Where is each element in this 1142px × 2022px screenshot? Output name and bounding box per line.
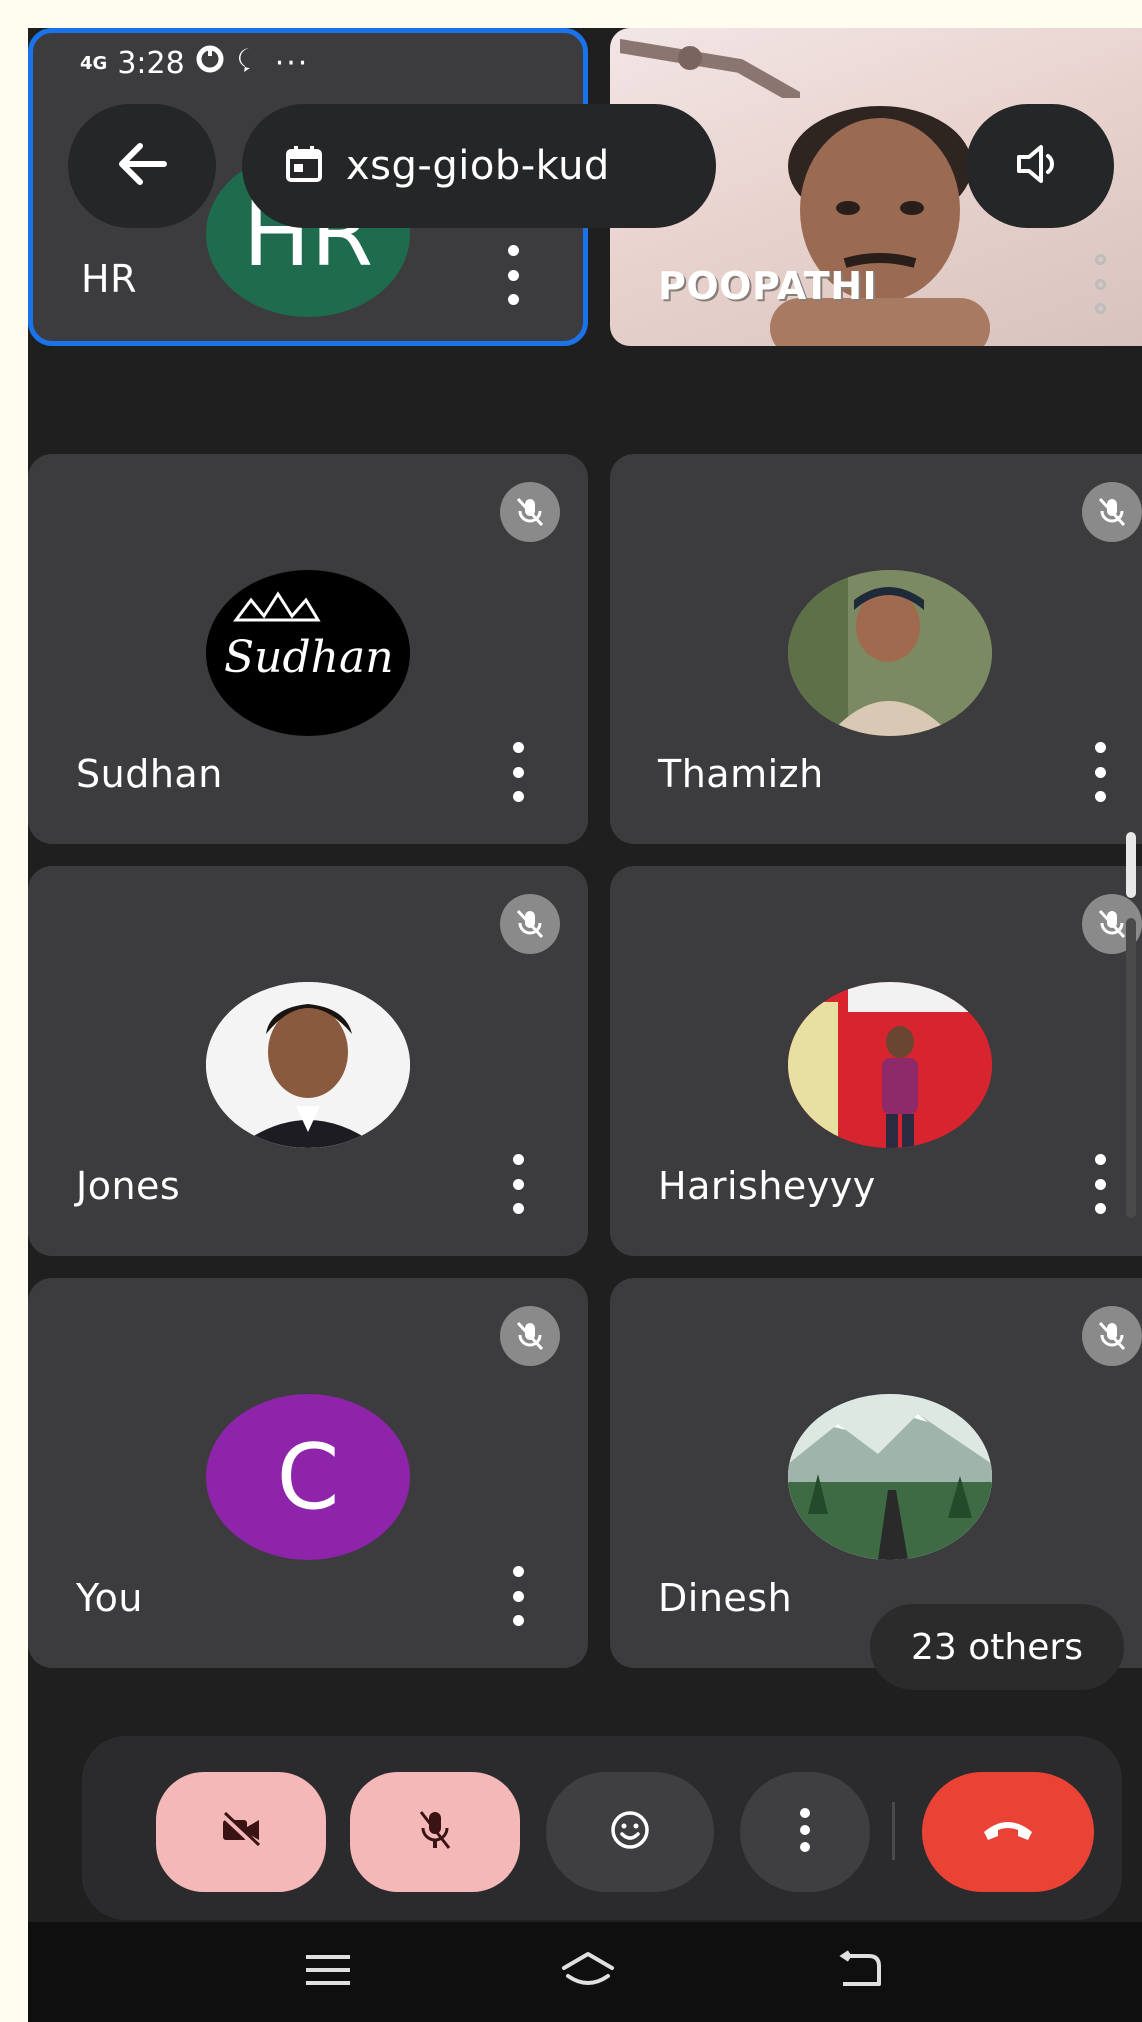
avatar xyxy=(788,1394,992,1560)
camera-toggle-button[interactable] xyxy=(156,1772,326,1892)
scrollbar-thumb[interactable] xyxy=(1126,832,1136,898)
more-vertical-icon xyxy=(797,1806,813,1858)
mic-off-badge xyxy=(500,482,560,542)
avatar: Sudhan xyxy=(206,570,410,736)
meeting-code: xsg-giob-kud xyxy=(346,143,610,189)
calendar-icon xyxy=(284,144,324,188)
participant-menu-button[interactable] xyxy=(1088,254,1112,314)
notification-icon xyxy=(195,44,225,82)
more-status: ··· xyxy=(274,45,310,81)
divider xyxy=(892,1802,895,1860)
signal-indicator: 4G xyxy=(80,52,108,74)
call-controls-bar xyxy=(82,1736,1122,1920)
audio-output-button[interactable] xyxy=(966,104,1114,228)
status-time: 3:28 xyxy=(117,45,185,81)
home-button[interactable] xyxy=(548,1944,628,2000)
mic-off-icon xyxy=(415,1808,455,1856)
leave-call-button[interactable] xyxy=(922,1772,1094,1892)
meet-call-screen: 4G 3:28 ··· xsg-giob-kud HR HR POOPATHI … xyxy=(28,28,1142,2022)
back-nav-button[interactable] xyxy=(818,1944,898,2000)
mic-off-badge xyxy=(500,1306,560,1366)
participant-menu-button[interactable] xyxy=(501,245,525,305)
participant-name: HR xyxy=(81,257,137,301)
mic-off-badge xyxy=(500,894,560,954)
participant-menu-button[interactable] xyxy=(1088,1154,1112,1214)
participant-tile-thamizh[interactable]: Thamizh xyxy=(610,454,1142,844)
participant-name: Thamizh xyxy=(658,752,824,796)
participant-menu-button[interactable] xyxy=(506,1154,530,1214)
microphone-toggle-button[interactable] xyxy=(350,1772,520,1892)
participant-tile-harisheyyy[interactable]: Harisheyyy xyxy=(610,866,1142,1256)
arrow-left-icon xyxy=(116,142,168,190)
other-participants-button[interactable]: 23 others xyxy=(870,1604,1124,1690)
participant-name: Dinesh xyxy=(658,1576,793,1620)
phone-hangup-icon xyxy=(980,1816,1036,1848)
participant-tile-sudhan[interactable]: Sudhan Sudhan xyxy=(28,454,588,844)
participant-tile-you[interactable]: C You xyxy=(28,1278,588,1668)
participant-menu-button[interactable] xyxy=(506,742,530,802)
avatar: C xyxy=(206,1394,410,1560)
system-navigation-bar xyxy=(28,1922,1142,2022)
avatar-initials: C xyxy=(276,1424,340,1530)
participant-name: Harisheyyy xyxy=(658,1164,876,1208)
participant-name: Jones xyxy=(76,1164,181,1208)
logo-text: Sudhan xyxy=(224,632,394,683)
participant-menu-button[interactable] xyxy=(1088,742,1112,802)
participant-name: You xyxy=(76,1576,143,1620)
video-off-icon xyxy=(219,1811,263,1853)
chat-icon xyxy=(235,44,265,82)
participant-menu-button[interactable] xyxy=(506,1566,530,1626)
back-button[interactable] xyxy=(68,104,216,228)
return-icon xyxy=(833,1950,883,1994)
reactions-button[interactable] xyxy=(546,1772,714,1892)
status-bar: 4G 3:28 ··· xyxy=(80,44,309,82)
recents-button[interactable] xyxy=(288,1944,368,2000)
avatar xyxy=(788,982,992,1148)
smiley-icon xyxy=(609,1809,651,1855)
participant-name: POOPATHI xyxy=(658,264,878,308)
avatar xyxy=(788,570,992,736)
more-options-button[interactable] xyxy=(740,1772,870,1892)
scrollbar-track xyxy=(1126,918,1136,1218)
menu-icon xyxy=(304,1953,352,1991)
participant-name: Sudhan xyxy=(76,752,223,796)
mic-off-badge xyxy=(1082,482,1142,542)
speaker-icon xyxy=(1015,142,1065,190)
meeting-info-button[interactable]: xsg-giob-kud xyxy=(242,104,716,228)
mic-off-badge xyxy=(1082,1306,1142,1366)
home-icon xyxy=(558,1950,618,1994)
avatar xyxy=(206,982,410,1148)
participant-tile-jones[interactable]: Jones xyxy=(28,866,588,1256)
